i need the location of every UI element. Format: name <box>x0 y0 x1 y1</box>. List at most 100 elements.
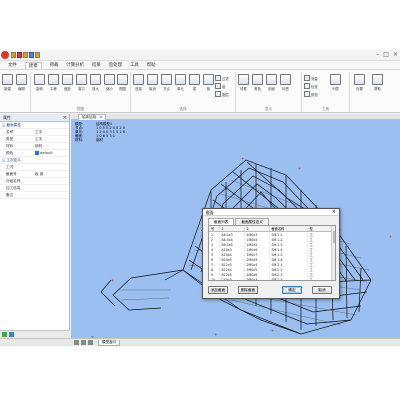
select-button[interactable]: 选择 <box>133 74 144 91</box>
cancel-button[interactable]: 取消 <box>312 286 332 294</box>
plate-button[interactable]: 板 <box>203 74 214 91</box>
property-row[interactable]: 截面号 板 钢 <box>0 171 69 178</box>
menu-item[interactable]: 工具 <box>130 62 139 68</box>
close-icon[interactable]: × <box>393 51 398 59</box>
property-row[interactable]: 备注 <box>0 192 69 199</box>
member-table: 号 1 2 截面名称 型 1 A8.5x3 1M0x3 SM.1-1 工 2 A8.5x4 1… <box>208 225 336 281</box>
new-model-button[interactable]: 新建 <box>2 74 13 91</box>
ribbon-group-view: 旋转 平移 缩放 窗口 放大 缩小 视图 视图 <box>31 72 131 112</box>
layout-view-icon[interactable] <box>81 340 86 345</box>
zoom-out-button[interactable]: 缩小 <box>104 74 115 91</box>
section-button[interactable]: 剖面 <box>266 74 277 91</box>
panel-footer <box>0 330 70 338</box>
zoom-window-icon <box>76 74 87 85</box>
settings-button[interactable]: 设置 <box>354 74 365 91</box>
property-row[interactable]: 类型 工字 <box>0 136 69 143</box>
open-icon[interactable] <box>11 52 16 58</box>
app-logo-icon[interactable] <box>1 51 9 59</box>
list-icon <box>330 74 341 85</box>
node-button[interactable]: 节点 <box>161 74 172 91</box>
edit-button[interactable]: 编辑 <box>16 74 27 91</box>
svg-text:+: + <box>214 332 217 337</box>
panel-close-icon[interactable]: × <box>63 114 67 122</box>
bottom-tab[interactable]: 模型窗口 <box>98 340 121 346</box>
color-option[interactable]: 颜色 <box>304 91 318 97</box>
property-value[interactable]: 钢材 <box>35 144 42 149</box>
property-panel-header: 属性 × <box>0 114 69 122</box>
property-value[interactable]: 工字 <box>35 137 42 142</box>
property-row[interactable]: 加工信息 <box>0 185 69 192</box>
check-icon <box>304 83 310 89</box>
pan-button[interactable]: 平移 <box>48 74 59 91</box>
pan-icon <box>48 74 59 85</box>
element-button[interactable]: 单元 <box>175 74 186 91</box>
menu-item[interactable]: 帮助 <box>147 62 156 68</box>
save-icon[interactable] <box>17 52 22 58</box>
property-row[interactable]: 名称 工字 <box>0 129 69 136</box>
properties-icon[interactable] <box>9 332 14 337</box>
deselect-button[interactable]: 取消 <box>147 74 158 91</box>
measure-option[interactable]: 测量 <box>304 75 318 81</box>
label-icon <box>280 74 291 85</box>
svg-text:+: + <box>241 156 244 161</box>
property-value[interactable]: 板 钢 <box>35 172 43 177</box>
rotate-button[interactable]: 旋转 <box>34 74 45 91</box>
pencil-icon <box>16 74 27 85</box>
wire-button[interactable]: 线框 <box>238 74 249 91</box>
dialog-tab[interactable]: 截面属性定义 <box>235 218 269 225</box>
filter-option[interactable]: 过滤 <box>215 75 229 81</box>
shade-button[interactable]: 着色 <box>252 74 263 91</box>
zoom-in-button[interactable]: 放大 <box>90 74 101 91</box>
help-button[interactable]: 帮助 <box>372 74 383 91</box>
minimize-icon[interactable]: – <box>376 51 379 59</box>
menu-item[interactable]: 文件 <box>8 62 17 68</box>
menu-bar: 文件 建模 荷载 计算分析 结果 后处理 工具 帮助 <box>0 61 400 69</box>
property-row[interactable]: 材料 钢材 <box>0 143 69 150</box>
zoom-window-button[interactable]: 窗口 <box>76 74 87 91</box>
grid-view-icon[interactable] <box>88 340 93 345</box>
model-view-icon[interactable] <box>74 340 79 345</box>
property-row[interactable]: 工况 <box>0 164 69 171</box>
dialog-close-icon[interactable]: × <box>332 209 336 216</box>
svg-text:+: + <box>389 234 392 239</box>
menu-item[interactable]: 后处理 <box>109 62 122 68</box>
property-key: 截面号 <box>6 171 17 176</box>
maximize-icon[interactable]: □ <box>383 51 389 59</box>
menu-item[interactable]: 荷载 <box>50 62 59 68</box>
undo-icon[interactable] <box>23 52 28 58</box>
tree-icon[interactable] <box>2 332 7 337</box>
menu-item[interactable]: 计算分析 <box>66 62 84 68</box>
color-swatch-icon <box>35 151 39 155</box>
label-button[interactable]: 标签 <box>280 74 291 91</box>
line-button[interactable]: 梁 <box>189 74 200 91</box>
table-scrollbar[interactable] <box>331 226 335 280</box>
list-button[interactable]: 列表 <box>330 74 341 91</box>
layer-option[interactable]: 图层 <box>215 91 229 97</box>
color-icon <box>304 91 310 97</box>
property-value[interactable]: 工字 <box>35 130 42 135</box>
menu-item[interactable]: 结果 <box>92 62 101 68</box>
property-value[interactable]: default <box>35 151 53 155</box>
property-group-header[interactable]: □ 截面属性 <box>0 122 69 129</box>
zoom-button[interactable]: 缩放 <box>62 74 73 91</box>
group-option[interactable]: 组 <box>215 83 225 89</box>
add-button[interactable]: 添加截面 <box>208 286 228 294</box>
deselect-icon <box>147 74 158 85</box>
delete-button[interactable]: 删除截面 <box>238 286 258 294</box>
ok-button[interactable]: 确定 <box>282 286 302 294</box>
view-button[interactable]: 视图 <box>117 74 128 91</box>
property-row[interactable]: 颜色 default <box>0 150 69 157</box>
property-group-header[interactable]: □ 工况定义 <box>0 157 69 164</box>
dialog-tab[interactable]: 截面列表 <box>208 218 235 225</box>
print-icon[interactable] <box>35 52 40 58</box>
zoom-in-icon <box>90 74 101 85</box>
quick-access-toolbar <box>11 52 40 58</box>
redo-icon[interactable] <box>29 52 34 58</box>
menu-item-active[interactable]: 建模 <box>24 61 42 69</box>
property-row[interactable]: 分组名称 <box>0 178 69 185</box>
check-option[interactable]: 检查 <box>304 83 318 89</box>
tab-close-icon[interactable]: × <box>99 115 102 119</box>
ribbon: 新建 编辑 旋转 平移 缩放 窗口 放大 缩小 视图 视图 选择 取消 节点 单… <box>0 69 400 113</box>
table-row[interactable]: 10 C10x3 3M0x3 SM.2-4 工 <box>209 277 335 280</box>
ribbon-group-settings: 设置 帮助 <box>350 72 400 112</box>
